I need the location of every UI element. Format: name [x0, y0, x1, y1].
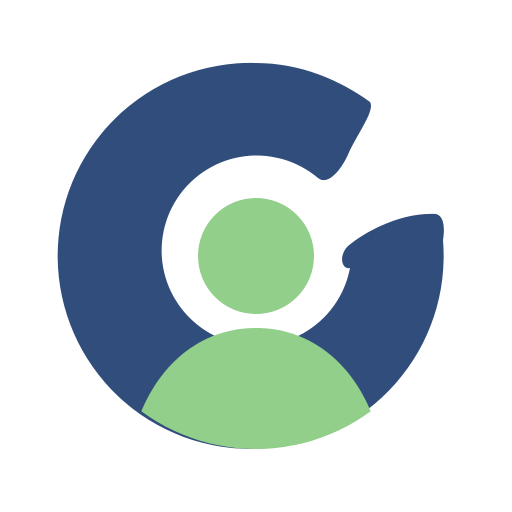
app-icon-canvas: [0, 0, 512, 512]
person-head: [198, 198, 314, 314]
c-letter-user-avatar-icon: [57, 62, 444, 449]
